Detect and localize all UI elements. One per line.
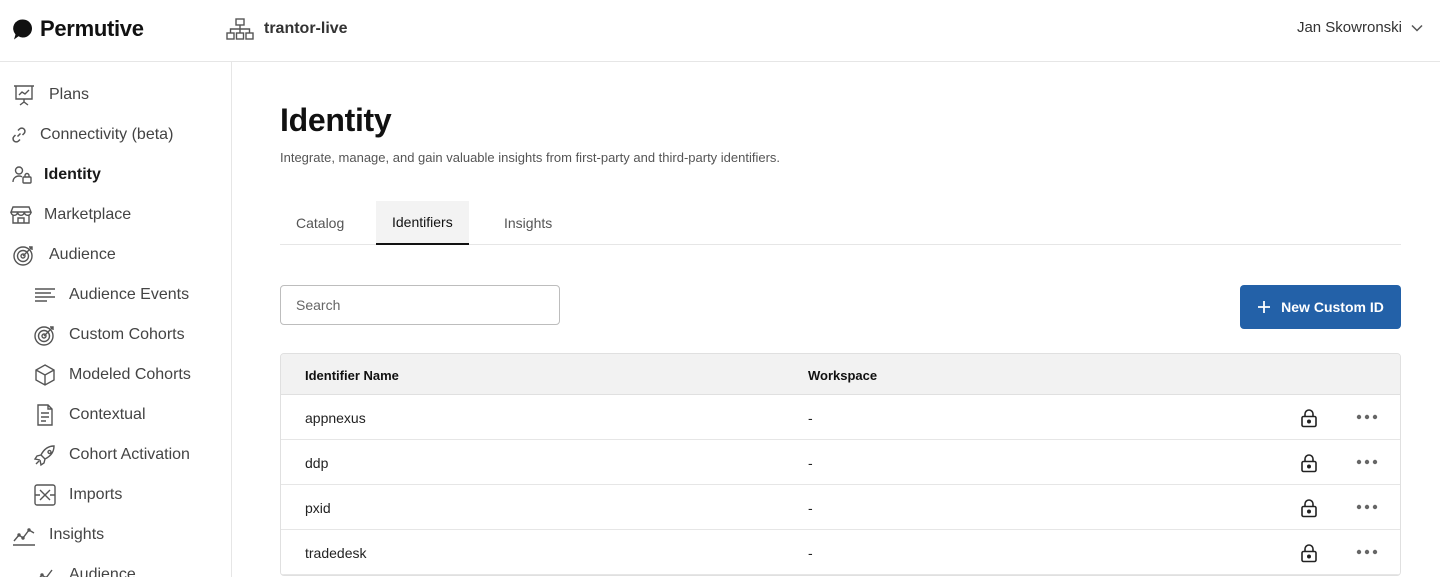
tab-insights[interactable]: Insights	[488, 201, 568, 245]
brand-name: Permutive	[40, 16, 144, 41]
user-name: Jan Skowronski	[1296, 19, 1402, 36]
main-content: Identity Integrate, manage, and gain val…	[232, 62, 1440, 577]
more-options-icon[interactable]	[1355, 542, 1379, 562]
target-icon	[33, 323, 57, 347]
import-icon	[33, 483, 57, 507]
column-header-workspace: Workspace	[808, 368, 878, 383]
identifier-workspace: -	[808, 455, 813, 471]
sidebar-item-marketplace[interactable]: Marketplace	[10, 203, 131, 227]
sidebar-item-imports[interactable]: Imports	[33, 483, 122, 507]
sidebar-item-modeled-cohorts[interactable]: Modeled Cohorts	[33, 363, 191, 387]
lock-icon	[1301, 454, 1317, 473]
new-custom-id-button[interactable]: New Custom ID	[1240, 285, 1401, 329]
sidebar-item-label: Cohort Activation	[69, 446, 190, 463]
sidebar-item-connectivity[interactable]: Connectivity (beta)	[10, 123, 173, 147]
table-row[interactable]: appnexus -	[281, 395, 1400, 440]
sidebar-item-label: Contextual	[69, 406, 146, 423]
table-row[interactable]: pxid -	[281, 485, 1400, 530]
chart-icon	[33, 563, 57, 577]
lock-icon	[1301, 544, 1317, 563]
identifier-name: pxid	[305, 500, 331, 516]
table-row[interactable]: tradedesk -	[281, 530, 1400, 575]
org-chart-icon	[226, 18, 254, 40]
sidebar-item-custom-cohorts[interactable]: Custom Cohorts	[33, 323, 185, 347]
sidebar-item-label: Plans	[49, 86, 90, 103]
lock-icon	[1301, 409, 1317, 428]
identifier-workspace: -	[808, 410, 813, 426]
sidebar-item-label: Custom Cohorts	[69, 326, 185, 343]
storefront-icon	[10, 203, 32, 227]
sidebar-item-label: Imports	[69, 486, 123, 503]
permutive-logo-icon	[13, 19, 32, 40]
chevron-down-icon	[1411, 24, 1423, 32]
target-icon	[12, 243, 36, 267]
sidebar-item-audience-events[interactable]: Audience Events	[33, 283, 189, 307]
workspace-name: trantor-live	[264, 20, 348, 37]
sidebar-item-label: Audience Events	[69, 286, 190, 303]
sidebar-item-identity[interactable]: Identity	[12, 163, 101, 187]
column-header-identifier-name: Identifier Name	[305, 368, 399, 383]
sidebar: Plans Connectivity (beta) Identity Marke…	[0, 62, 232, 577]
search-input[interactable]	[280, 285, 560, 325]
identifier-workspace: -	[808, 500, 813, 516]
tab-catalog[interactable]: Catalog	[280, 201, 360, 245]
top-bar: Permutive trantor-live Jan Skowronski	[0, 0, 1440, 62]
workspace-switcher[interactable]: trantor-live	[226, 18, 348, 40]
sidebar-item-label: Modeled Cohorts	[69, 366, 191, 383]
trend-chart-icon	[12, 523, 36, 547]
brand-logo[interactable]: Permutive	[12, 16, 144, 42]
more-options-icon[interactable]	[1355, 497, 1379, 517]
sidebar-item-label: Connectivity (beta)	[40, 126, 174, 143]
user-lock-icon	[12, 163, 32, 187]
identifiers-table: Identifier Name Workspace appnexus - ddp…	[280, 353, 1401, 576]
sidebar-item-insights-audience[interactable]: Audience	[33, 563, 136, 577]
document-icon	[33, 403, 57, 427]
tab-identifiers[interactable]: Identifiers	[376, 201, 469, 245]
sidebar-item-plans[interactable]: Plans	[12, 83, 89, 107]
sidebar-item-audience[interactable]: Audience	[12, 243, 116, 267]
sidebar-item-insights[interactable]: Insights	[12, 523, 104, 547]
link-icon	[10, 123, 28, 147]
new-custom-id-label: New Custom ID	[1281, 299, 1384, 315]
table-header: Identifier Name Workspace	[281, 354, 1400, 395]
sidebar-item-label: Identity	[44, 166, 101, 183]
more-options-icon[interactable]	[1355, 407, 1379, 427]
identifier-name: ddp	[305, 455, 329, 471]
cube-icon	[33, 363, 57, 387]
sidebar-item-contextual[interactable]: Contextual	[33, 403, 146, 427]
lines-icon	[33, 283, 57, 307]
page-subtitle: Integrate, manage, and gain valuable ins…	[280, 150, 781, 165]
tab-bar: Catalog Identifiers Insights	[280, 201, 1401, 245]
identifier-workspace: -	[808, 545, 813, 561]
page-title: Identity	[280, 102, 392, 138]
rocket-icon	[33, 443, 57, 467]
more-options-icon[interactable]	[1355, 452, 1379, 472]
identifier-name: appnexus	[305, 410, 366, 426]
sidebar-item-cohort-activation[interactable]: Cohort Activation	[33, 443, 190, 467]
sidebar-item-label: Marketplace	[44, 206, 132, 223]
sidebar-item-label: Insights	[49, 526, 105, 543]
sidebar-item-label: Audience	[69, 566, 136, 577]
sidebar-item-label: Audience	[49, 246, 116, 263]
identifier-name: tradedesk	[305, 545, 367, 561]
user-menu[interactable]: Jan Skowronski	[1297, 19, 1424, 36]
lock-icon	[1301, 499, 1317, 518]
presentation-board-icon	[12, 83, 36, 107]
plus-icon	[1258, 301, 1271, 313]
table-row[interactable]: ddp -	[281, 440, 1400, 485]
